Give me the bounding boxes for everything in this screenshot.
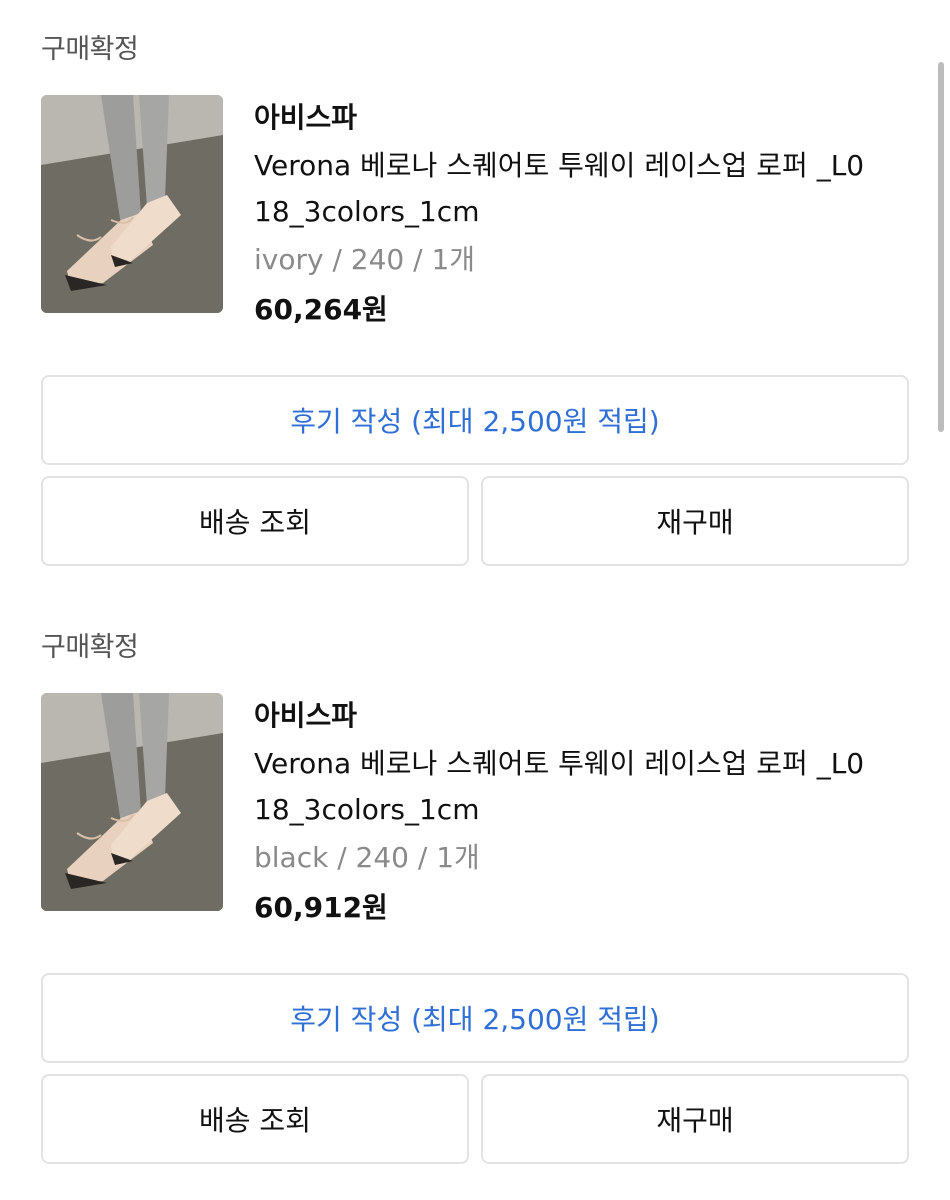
order-status-label: 구매확정 (41, 34, 139, 65)
product-name[interactable]: Verona 베로나 스퀘어토 투웨이 레이스업 로퍼 _L018_3color… (254, 741, 874, 833)
product-thumbnail[interactable] (41, 693, 223, 911)
brand-name: 아비스파 (254, 101, 358, 134)
product-info: 아비스파 Verona 베로나 스퀘어토 투웨이 레이스업 로퍼 _L018_3… (254, 95, 909, 335)
scrollbar[interactable] (938, 62, 944, 432)
action-button-row: 배송 조회 재구매 (41, 476, 909, 566)
track-delivery-button[interactable]: 배송 조회 (41, 476, 469, 566)
write-review-button[interactable]: 후기 작성 (최대 2,500원 적립) (41, 973, 909, 1063)
order-status-label: 구매확정 (41, 632, 139, 663)
product-price: 60,264원 (254, 293, 388, 326)
product-thumbnail[interactable] (41, 95, 223, 313)
write-review-button[interactable]: 후기 작성 (최대 2,500원 적립) (41, 375, 909, 465)
action-button-row: 배송 조회 재구매 (41, 1074, 909, 1164)
product-info: 아비스파 Verona 베로나 스퀘어토 투웨이 레이스업 로퍼 _L018_3… (254, 693, 909, 933)
order-card: 구매확정 아비스파 Verona 베로나 스퀘어토 투웨이 레이스업 로퍼 _L… (41, 628, 909, 1164)
product-name[interactable]: Verona 베로나 스퀘어토 투웨이 레이스업 로퍼 _L018_3color… (254, 143, 874, 235)
product-row[interactable]: 아비스파 Verona 베로나 스퀘어토 투웨이 레이스업 로퍼 _L018_3… (41, 693, 909, 924)
reorder-button[interactable]: 재구매 (481, 476, 909, 566)
brand-name: 아비스파 (254, 699, 358, 732)
order-card: 구매확정 아비스파 Verona 베로나 스퀘어토 투웨이 레이스업 로퍼 _L… (41, 30, 909, 566)
product-options: ivory / 240 / 1개 (254, 243, 476, 276)
product-row[interactable]: 아비스파 Verona 베로나 스퀘어토 투웨이 레이스업 로퍼 _L018_3… (41, 95, 909, 326)
product-price: 60,912원 (254, 891, 388, 924)
product-options: black / 240 / 1개 (254, 841, 480, 874)
reorder-button[interactable]: 재구매 (481, 1074, 909, 1164)
track-delivery-button[interactable]: 배송 조회 (41, 1074, 469, 1164)
